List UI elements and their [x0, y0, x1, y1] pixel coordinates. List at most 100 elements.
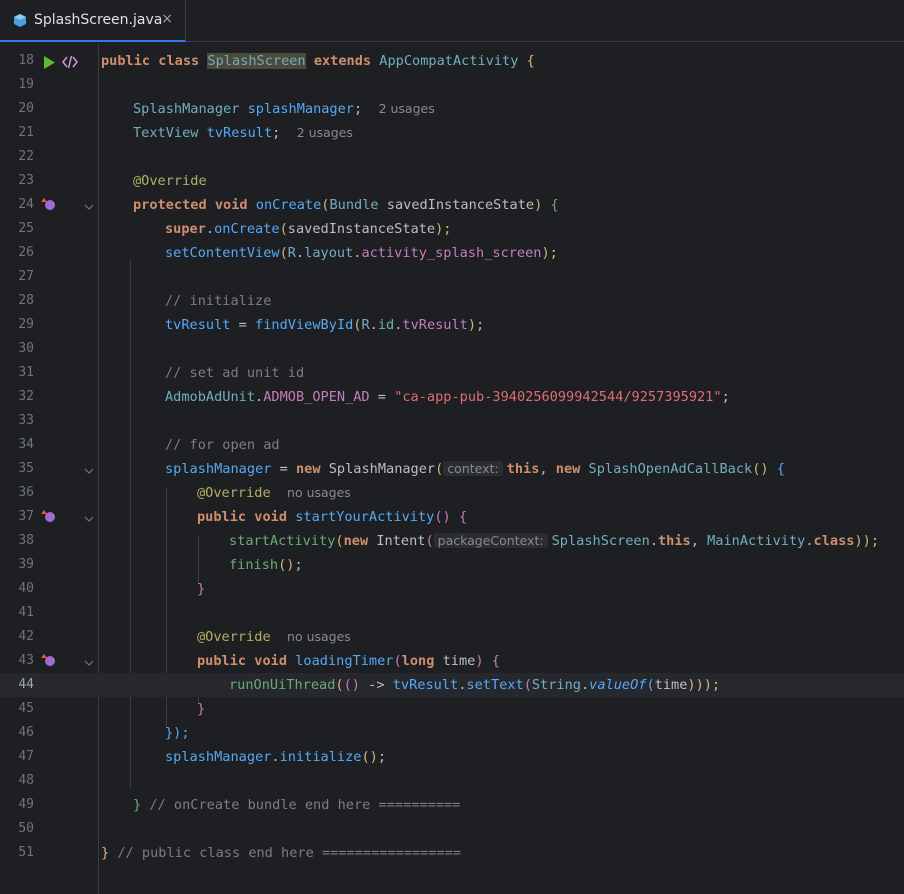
- code-line[interactable]: 48: [0, 769, 904, 793]
- code-text: public void loadingTimer(long time) {: [197, 653, 500, 669]
- code-line[interactable]: 19: [0, 73, 904, 97]
- code-text: runOnUiThread(() -> tvResult.setText(Str…: [229, 677, 721, 693]
- code-text: SplashManager splashManager; 2 usages: [133, 101, 435, 117]
- code-text: }: [197, 581, 206, 597]
- code-line[interactable]: 32 AdmobAdUnit.ADMOB_OPEN_AD = "ca-app-p…: [0, 385, 904, 409]
- code-editor[interactable]: 18 public class SplashScreen extends App…: [0, 43, 904, 894]
- line-number: 36: [18, 485, 34, 500]
- line-number: 46: [18, 725, 34, 740]
- editor-tab-bar: SplashScreen.java ×: [0, 0, 904, 42]
- code-line[interactable]: 28 // initialize: [0, 289, 904, 313]
- code-line[interactable]: 43 public void loadingTimer(long time) {: [0, 649, 904, 673]
- code-line[interactable]: 36 @Override no usages: [0, 481, 904, 505]
- code-line[interactable]: 24 protected void onCreate(Bundle savedI…: [0, 193, 904, 217]
- code-embed-icon[interactable]: [62, 54, 78, 73]
- run-icon[interactable]: [43, 54, 55, 73]
- code-line[interactable]: 33: [0, 409, 904, 433]
- code-line[interactable]: 45 }: [0, 697, 904, 721]
- code-text: } // onCreate bundle end here ==========: [133, 797, 461, 813]
- code-text: @Override no usages: [197, 629, 351, 645]
- close-icon[interactable]: ×: [161, 11, 173, 27]
- java-class-file-icon: [14, 14, 26, 27]
- fold-chevron-icon[interactable]: [84, 462, 94, 481]
- line-number: 23: [18, 173, 34, 188]
- code-text: }: [197, 701, 206, 717]
- line-number: 29: [18, 317, 34, 332]
- code-text: super.onCreate(savedInstanceState);: [165, 221, 452, 237]
- code-line[interactable]: 30: [0, 337, 904, 361]
- usages-hint: 2 usages: [296, 125, 353, 140]
- line-number: 19: [18, 77, 34, 92]
- fold-chevron-icon[interactable]: [84, 198, 94, 217]
- code-text: TextView tvResult; 2 usages: [133, 125, 353, 141]
- code-text: public class SplashScreen extends AppCom…: [101, 53, 535, 69]
- line-number: 37: [18, 509, 34, 524]
- code-line[interactable]: 42 @Override no usages: [0, 625, 904, 649]
- code-line[interactable]: 20 SplashManager splashManager; 2 usages: [0, 97, 904, 121]
- line-number: 21: [18, 125, 34, 140]
- code-line[interactable]: 25 super.onCreate(savedInstanceState);: [0, 217, 904, 241]
- code-line[interactable]: 27: [0, 265, 904, 289]
- code-line[interactable]: 46 });: [0, 721, 904, 745]
- line-number: 22: [18, 149, 34, 164]
- tab-splashscreen-java[interactable]: SplashScreen.java ×: [0, 0, 186, 42]
- code-text: splashManager.initialize();: [165, 749, 386, 765]
- line-number: 30: [18, 341, 34, 356]
- fold-chevron-icon[interactable]: [84, 510, 94, 529]
- override-method-icon[interactable]: [40, 653, 56, 672]
- code-text: AdmobAdUnit.ADMOB_OPEN_AD = "ca-app-pub-…: [165, 389, 730, 405]
- fold-chevron-icon[interactable]: [84, 654, 94, 673]
- line-number: 47: [18, 749, 34, 764]
- line-number: 28: [18, 293, 34, 308]
- code-line[interactable]: 26 setContentView(R.layout.activity_spla…: [0, 241, 904, 265]
- override-method-icon[interactable]: [40, 509, 56, 528]
- code-line[interactable]: 49 } // onCreate bundle end here =======…: [0, 793, 904, 817]
- code-line-current[interactable]: 44 runOnUiThread(() -> tvResult.setText(…: [0, 673, 904, 697]
- line-number: 38: [18, 533, 34, 548]
- line-number: 48: [18, 773, 34, 788]
- code-line[interactable]: 41: [0, 601, 904, 625]
- code-line[interactable]: 21 TextView tvResult; 2 usages: [0, 121, 904, 145]
- line-number: 40: [18, 581, 34, 596]
- line-number: 26: [18, 245, 34, 260]
- line-number: 44: [18, 677, 34, 692]
- usages-hint: no usages: [287, 485, 351, 500]
- code-text: });: [165, 725, 190, 741]
- code-line[interactable]: 22: [0, 145, 904, 169]
- code-text: protected void onCreate(Bundle savedInst…: [133, 197, 559, 213]
- code-text: setContentView(R.layout.activity_splash_…: [165, 245, 558, 261]
- code-text: startActivity(new Intent(packageContext:…: [229, 533, 880, 549]
- code-text: splashManager = new SplashManager(contex…: [165, 461, 785, 477]
- code-line[interactable]: 47 splashManager.initialize();: [0, 745, 904, 769]
- code-line[interactable]: 35 splashManager = new SplashManager(con…: [0, 457, 904, 481]
- override-method-icon[interactable]: [40, 197, 56, 216]
- code-line[interactable]: 34 // for open ad: [0, 433, 904, 457]
- line-number: 51: [18, 845, 34, 860]
- code-text: tvResult = findViewById(R.id.tvResult);: [165, 317, 485, 333]
- code-text: @Override no usages: [197, 485, 351, 501]
- code-line[interactable]: 18 public class SplashScreen extends App…: [0, 49, 904, 73]
- code-line[interactable]: 39 finish();: [0, 553, 904, 577]
- code-line[interactable]: 50: [0, 817, 904, 841]
- line-number: 41: [18, 605, 34, 620]
- code-line[interactable]: 29 tvResult = findViewById(R.id.tvResult…: [0, 313, 904, 337]
- code-text: finish();: [229, 557, 303, 573]
- line-number: 39: [18, 557, 34, 572]
- code-text: // for open ad: [165, 437, 280, 453]
- code-line[interactable]: 40 }: [0, 577, 904, 601]
- parameter-hint: packageContext:: [433, 533, 548, 548]
- code-line[interactable]: 51 } // public class end here ==========…: [0, 841, 904, 865]
- code-text: // initialize: [165, 293, 272, 309]
- line-number: 31: [18, 365, 34, 380]
- code-line[interactable]: 23 @Override: [0, 169, 904, 193]
- line-number: 34: [18, 437, 34, 452]
- line-number: 33: [18, 413, 34, 428]
- code-line[interactable]: 37 public void startYourActivity() {: [0, 505, 904, 529]
- line-number: 27: [18, 269, 34, 284]
- line-number: 45: [18, 701, 34, 716]
- code-text: // set ad unit id: [165, 365, 305, 381]
- line-number: 49: [18, 797, 34, 812]
- code-line[interactable]: 38 startActivity(new Intent(packageConte…: [0, 529, 904, 553]
- line-number: 35: [18, 461, 34, 476]
- code-line[interactable]: 31 // set ad unit id: [0, 361, 904, 385]
